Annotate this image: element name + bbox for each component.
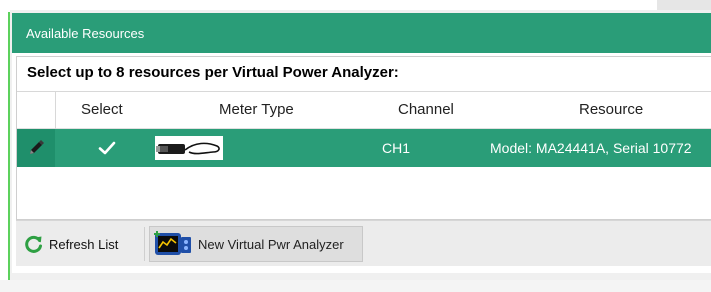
instruction-text: Select up to 8 resources per Virtual Pow…	[27, 64, 399, 81]
window-bottom-edge	[0, 280, 711, 292]
refresh-list-button[interactable]: Refresh List	[24, 230, 118, 258]
power-sensor-image	[155, 136, 223, 160]
new-analyzer-icon	[154, 231, 191, 255]
checkmark-icon[interactable]	[95, 136, 119, 160]
window-top-tab	[657, 0, 711, 10]
panel-title: Available Resources	[12, 13, 711, 53]
column-header-meter-type[interactable]: Meter Type	[219, 101, 294, 118]
row-header-gutter	[17, 92, 56, 129]
resources-frame: Select up to 8 resources per Virtual Pow…	[16, 56, 711, 220]
resources-grid: Select Meter Type Channel Resource CH1 M…	[17, 91, 711, 217]
pencil-icon	[30, 140, 44, 154]
new-virtual-pwr-analyzer-label: New Virtual Pwr Analyzer	[198, 236, 344, 252]
row-edit-indicator	[17, 129, 55, 167]
grid-header: Select Meter Type Channel Resource	[17, 91, 711, 129]
window-top-edge	[0, 0, 711, 10]
channel-cell: CH1	[382, 140, 411, 156]
resources-toolbar: Refresh List New Virtual Pwr Analyzer	[16, 220, 711, 266]
column-header-resource[interactable]: Resource	[579, 101, 643, 118]
new-virtual-pwr-analyzer-button[interactable]: New Virtual Pwr Analyzer	[149, 226, 363, 262]
column-header-select[interactable]: Select	[81, 101, 123, 118]
column-header-channel[interactable]: Channel	[398, 101, 454, 118]
refresh-icon	[25, 235, 42, 253]
focus-accent-line	[8, 12, 10, 280]
table-row[interactable]: CH1 Model: MA24441A, Serial 10772	[17, 129, 711, 167]
resource-cell: Model: MA24441A, Serial 10772	[490, 140, 692, 156]
available-resources-panel: Available Resources Select up to 8 resou…	[12, 13, 711, 273]
toolbar-separator	[144, 227, 145, 261]
panel-title-text: Available Resources	[26, 25, 145, 41]
refresh-list-label: Refresh List	[49, 236, 119, 252]
